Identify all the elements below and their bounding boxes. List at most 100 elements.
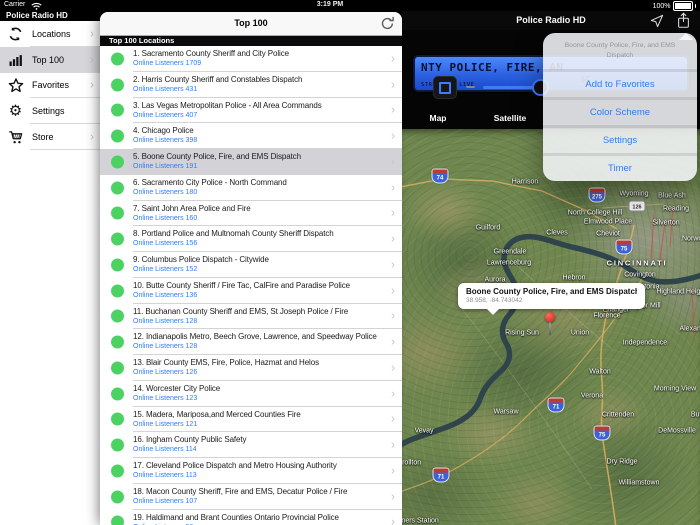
online-listeners: Online Listeners 121	[133, 421, 378, 430]
chevron-right-icon: ›	[391, 309, 395, 323]
map-place-label: Turners Station	[402, 518, 439, 525]
map-place-label: Rising Sun	[505, 330, 539, 337]
map-place-label: CINCINNATI	[607, 259, 668, 268]
interstate-shield: 74	[433, 170, 448, 183]
list-item[interactable]: 18. Macon County Sheriff, Fire and EMS, …	[100, 484, 402, 510]
map-callout[interactable]: Boone County Police, Fire, and EMS Dispa…	[458, 283, 645, 309]
list-item[interactable]: 4. Chicago Police Online Listeners 398 ›	[100, 123, 402, 149]
list-item[interactable]: 9. Columbus Police Dispatch - Citywide O…	[100, 252, 402, 278]
station-name: 16. Ingham County Public Safety	[133, 435, 378, 445]
chevron-right-icon: ›	[90, 52, 94, 66]
map-place-label: Butler	[691, 412, 700, 419]
map-place-label: Carrollton	[402, 460, 421, 467]
online-listeners: Online Listeners 114	[133, 446, 378, 455]
online-listeners: Online Listeners 128	[133, 343, 378, 352]
map-place-label: Independence	[623, 340, 667, 347]
map-pin[interactable]	[545, 312, 555, 322]
stop-button[interactable]	[433, 76, 457, 99]
station-name: 15. Madera, Mariposa,and Merced Counties…	[133, 410, 378, 420]
list-item[interactable]: 10. Butte County Sheriff / Fire Tac, Cal…	[100, 278, 402, 304]
map-place-label: Highland Heights	[656, 289, 700, 296]
chevron-right-icon: ›	[90, 129, 94, 143]
tab-map[interactable]: Map	[402, 107, 474, 129]
map-place-label: Florence	[593, 313, 620, 320]
map-place-label: Williamstown	[619, 480, 660, 487]
list-item[interactable]: 16. Ingham County Public Safety Online L…	[100, 432, 402, 458]
online-status-dot	[111, 361, 124, 374]
list-item[interactable]: 8. Portland Police and Multnomah County …	[100, 226, 402, 252]
sidebar: Police Radio HD Locations ›	[0, 11, 100, 525]
map-place-label: Alexandria	[679, 326, 700, 333]
city-street-3	[670, 207, 673, 247]
station-name: 17. Cleveland Police Dispatch and Metro …	[133, 461, 378, 471]
popover-menu-item[interactable]: Timer	[543, 153, 697, 181]
online-listeners: Online Listeners 160	[133, 215, 378, 224]
list-item[interactable]: 2. Harris County Sheriff and Constables …	[100, 72, 402, 98]
chevron-right-icon: ›	[391, 437, 395, 451]
map-place-label: Lawrenceburg	[487, 260, 531, 267]
battery-indicator: 100%	[653, 1, 696, 11]
list-item[interactable]: 11. Buchanan County Sheriff and EMS, St …	[100, 304, 402, 330]
list-item[interactable]: 15. Madera, Mariposa,and Merced Counties…	[100, 407, 402, 433]
list-item[interactable]: 1. Sacramento County Sheriff and City Po…	[100, 46, 402, 72]
station-name: 3. Las Vegas Metropolitan Police - All A…	[133, 101, 378, 111]
sidebar-item-favorites[interactable]: Favorites ›	[0, 73, 100, 99]
sidebar-item-settings[interactable]: ⚙ Settings	[0, 98, 100, 124]
list-item[interactable]: 6. Sacramento City Police - North Comman…	[100, 175, 402, 201]
online-status-dot	[111, 284, 124, 297]
tab-satellite[interactable]: Satellite	[474, 107, 546, 129]
online-listeners: Online Listeners 398	[133, 137, 378, 146]
list-item[interactable]: 13. Blair County EMS, Fire, Police, Hazm…	[100, 355, 402, 381]
station-name: 4. Chicago Police	[133, 126, 378, 136]
online-status-dot	[111, 52, 124, 65]
map-place-label: Warsaw	[493, 409, 518, 416]
map-place-label: Wyoming	[619, 191, 648, 198]
sidebar-item-label: Settings	[32, 106, 65, 116]
list-item[interactable]: 3. Las Vegas Metropolitan Police - All A…	[100, 98, 402, 124]
sidebar-item-top100[interactable]: Top 100 ›	[0, 47, 100, 73]
list-item[interactable]: 14. Worcester City Police Online Listene…	[100, 381, 402, 407]
callout-title: Boone County Police, Fire, and EMS Dispa…	[466, 287, 637, 296]
sidebar-item-locations[interactable]: Locations ›	[0, 21, 100, 47]
refresh-button[interactable]	[379, 15, 396, 32]
station-name: 14. Worcester City Police	[133, 384, 378, 394]
popover-menu-item[interactable]: Settings	[543, 125, 697, 153]
list-item[interactable]: 7. Saint John Area Police and Fire Onlin…	[100, 201, 402, 227]
chevron-right-icon: ›	[391, 412, 395, 426]
online-status-dot	[111, 464, 124, 477]
map-place-label: Dry Ridge	[606, 459, 637, 466]
popover-menu-item[interactable]: Add to Favorites	[543, 69, 697, 97]
gear-icon: ⚙	[7, 103, 24, 120]
online-listeners: Online Listeners 1709	[133, 60, 378, 69]
map-place-label: North College Hill	[568, 210, 622, 217]
chevron-right-icon: ›	[391, 128, 395, 142]
chevron-right-icon: ›	[391, 257, 395, 271]
status-bar: Carrier 3:19 PM 100%	[0, 0, 700, 11]
chevron-right-icon: ›	[391, 180, 395, 194]
map-canvas[interactable]: HarrisonGuilfordClevesNorth College Hill…	[402, 129, 700, 525]
list-item[interactable]: 12. Indianapolis Metro, Beech Grove, Law…	[100, 329, 402, 355]
station-name: 5. Boone County Police, Fire, and EMS Di…	[133, 152, 378, 162]
popover-menu-item[interactable]: Color Scheme	[543, 97, 697, 125]
online-status-dot	[111, 310, 124, 323]
online-status-dot	[111, 130, 124, 143]
map-roads-river	[402, 129, 700, 525]
map-place-label: Verona	[581, 393, 603, 400]
map-place-label: Elmwood Place	[584, 219, 632, 226]
map-place-label: Hebron	[563, 275, 586, 282]
online-status-dot	[111, 258, 124, 271]
map-place-label: Union	[571, 330, 589, 337]
chevron-right-icon: ›	[90, 26, 94, 40]
sidebar-item-store[interactable]: Store ›	[0, 124, 100, 150]
locate-arrow-button[interactable]	[650, 14, 664, 28]
list-item[interactable]: 17. Cleveland Police Dispatch and Metro …	[100, 458, 402, 484]
list-item[interactable]: 19. Haldimand and Brant Counties Ontario…	[100, 510, 402, 525]
online-status-dot	[111, 490, 124, 503]
online-listeners: Online Listeners 123	[133, 395, 378, 404]
list-item[interactable]: 5. Boone County Police, Fire, and EMS Di…	[100, 149, 402, 175]
chevron-right-icon: ›	[391, 154, 395, 168]
chevron-right-icon: ›	[391, 283, 395, 297]
online-status-dot	[111, 439, 124, 452]
chevron-right-icon: ›	[391, 51, 395, 65]
online-listeners: Online Listeners 136	[133, 292, 378, 301]
